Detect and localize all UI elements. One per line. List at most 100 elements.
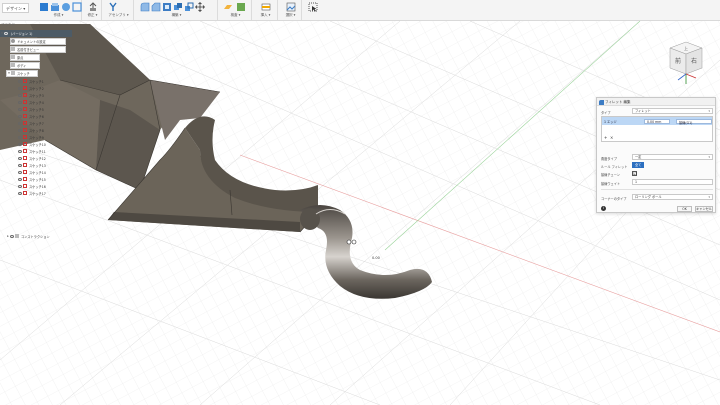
tree-item-named-views[interactable]: 名前付きビュー xyxy=(10,46,66,53)
tree-item-sketch[interactable]: スケッチ7 xyxy=(18,120,44,127)
remove-icon[interactable]: × xyxy=(610,135,613,140)
visibility-eye-icon[interactable] xyxy=(18,142,22,146)
modify-group[interactable]: 修正 ▾ xyxy=(84,0,102,20)
viewcube-right-label[interactable]: 右 xyxy=(691,57,697,65)
view-cube[interactable]: 上 前 右 xyxy=(650,40,710,90)
sketch-icon xyxy=(23,184,27,189)
visibility-eye-icon[interactable] xyxy=(18,93,22,97)
folder-icon xyxy=(15,234,19,239)
ok-button[interactable]: OK xyxy=(677,206,692,212)
rule-label: ルール フィレット xyxy=(601,164,628,169)
visibility-eye-icon[interactable] xyxy=(18,163,22,167)
3d-viewport[interactable]: 0.00 xyxy=(0,21,720,405)
tree-item-sketch[interactable]: スケッチ12 xyxy=(18,155,46,162)
tree-item-origin[interactable]: 原点 xyxy=(10,54,40,61)
tree-item-bodies[interactable]: ボディ xyxy=(10,62,40,69)
insert-group[interactable]: 挿入 ▾ xyxy=(254,0,278,20)
fillet-icon[interactable] xyxy=(140,2,150,12)
tree-item-sketch[interactable]: スケッチ5 xyxy=(18,106,44,113)
sweep-icon[interactable] xyxy=(72,2,82,12)
tangent-chain-checkbox[interactable]: ☑ xyxy=(632,170,637,176)
tangent-weight-input[interactable]: 1 xyxy=(632,179,713,185)
model-canvas[interactable]: 0.00 xyxy=(0,21,720,405)
assemble-group[interactable]: アセンブリ ▾ xyxy=(104,0,134,20)
dialog-titlebar[interactable]: フィレット 編集 xyxy=(597,98,715,106)
tree-item-sketch[interactable]: スケッチ1 xyxy=(18,78,44,85)
continuity-select[interactable]: 接線(G1) xyxy=(676,118,712,125)
tree-item-sketch[interactable]: スケッチ13 xyxy=(18,162,46,169)
insert-icon[interactable] xyxy=(261,2,271,12)
visibility-eye-icon[interactable] xyxy=(18,135,22,139)
visibility-eye-icon[interactable] xyxy=(18,121,22,125)
visibility-eye-icon[interactable] xyxy=(18,170,22,174)
plane-icon[interactable] xyxy=(223,2,233,12)
visibility-eye-icon[interactable] xyxy=(18,149,22,153)
visibility-eye-icon[interactable] xyxy=(18,177,22,181)
tree-item-sketches-folder[interactable]: ▾ スケッチ xyxy=(6,70,38,77)
combine-icon[interactable] xyxy=(173,2,183,12)
tree-item-sketch[interactable]: スケッチ4 xyxy=(18,99,44,106)
visibility-eye-icon[interactable] xyxy=(18,79,22,83)
move-icon[interactable] xyxy=(195,2,205,12)
chamfer-icon[interactable] xyxy=(151,2,161,12)
corner-type-select[interactable]: ローリング ボール ▾ xyxy=(632,194,713,200)
edge-selection-table[interactable]: 1 エッジ 0.00 mm 接線(G1) + × xyxy=(601,116,713,142)
sketch-icon xyxy=(23,100,27,105)
tree-item-construction[interactable]: ▸ コンストラクション xyxy=(6,233,50,240)
revolve-icon[interactable] xyxy=(61,2,71,12)
tree-item-sketch[interactable]: スケッチ17 xyxy=(18,190,46,197)
new-sketch-icon[interactable] xyxy=(39,2,49,12)
browser-title: ブラウザ xyxy=(1,23,15,27)
add-icon[interactable]: + xyxy=(604,135,607,140)
type-dropdown[interactable]: フィレット ▾ xyxy=(632,108,713,114)
root-component[interactable]: ▾ （バージョン 1） xyxy=(0,30,72,37)
tree-item-sketch[interactable]: スケッチ3 xyxy=(18,92,44,99)
visibility-eye-icon[interactable] xyxy=(4,31,8,35)
cancel-button[interactable]: キャンセル xyxy=(695,206,713,212)
visibility-eye-icon[interactable] xyxy=(18,128,22,132)
scale-icon[interactable] xyxy=(184,2,194,12)
tree-item-sketch[interactable]: スケッチ9 xyxy=(18,134,44,141)
shell-icon[interactable] xyxy=(162,2,172,12)
measure-icon[interactable] xyxy=(236,2,246,12)
radius-input[interactable]: 0.00 mm xyxy=(644,118,670,124)
create-group[interactable]: 作成 ▾ xyxy=(36,0,82,20)
visibility-eye-icon[interactable] xyxy=(10,234,14,238)
edge-label: 0.00 xyxy=(372,256,380,260)
press-pull-icon[interactable] xyxy=(88,2,98,12)
tree-item-sketch[interactable]: スケッチ15 xyxy=(18,176,46,183)
workspace-switcher[interactable]: デザイン ▾ xyxy=(2,3,30,13)
chevron-down-icon: ▾ xyxy=(708,109,710,113)
select-tool-group[interactable] xyxy=(304,0,322,20)
visibility-eye-icon[interactable] xyxy=(18,100,22,104)
rule-all-toggle[interactable]: 全て xyxy=(632,162,644,168)
visibility-eye-icon[interactable] xyxy=(18,191,22,195)
tree-item-sketch[interactable]: スケッチ6 xyxy=(18,113,44,120)
selected-edge-row[interactable]: 1 エッジ 0.00 mm 接線(G1) xyxy=(602,117,712,125)
visibility-eye-icon[interactable] xyxy=(18,156,22,160)
tree-item-sketch[interactable]: スケッチ16 xyxy=(18,183,46,190)
tree-item-sketch[interactable]: スケッチ2 xyxy=(18,85,44,92)
sketch-icon xyxy=(23,135,27,140)
corner-type-dropdown[interactable]: 一定 ▾ xyxy=(632,154,713,160)
extrude-icon[interactable] xyxy=(50,2,60,12)
info-icon[interactable]: i xyxy=(601,206,606,211)
visibility-eye-icon[interactable] xyxy=(18,114,22,118)
select-group[interactable]: 選択 ▾ xyxy=(280,0,302,20)
image-insert-icon[interactable] xyxy=(286,2,296,12)
tree-item-document-settings[interactable]: ドキュメントの設定 xyxy=(10,38,66,45)
tree-item-sketch[interactable]: スケッチ14 xyxy=(18,169,46,176)
select-cursor-icon[interactable] xyxy=(308,2,318,12)
visibility-eye-icon[interactable] xyxy=(18,86,22,90)
viewcube-front-label[interactable]: 前 xyxy=(675,57,681,65)
visibility-eye-icon[interactable] xyxy=(18,107,22,111)
tree-item-sketch[interactable]: スケッチ11 xyxy=(18,148,46,155)
inspect-group[interactable]: 検査 ▾ xyxy=(220,0,252,20)
divider xyxy=(601,189,713,190)
joint-icon[interactable] xyxy=(108,2,118,12)
construct-group[interactable]: 構築 ▾ xyxy=(136,0,218,20)
tree-item-sketch[interactable]: スケッチ8 xyxy=(18,127,44,134)
viewcube-top-label[interactable]: 上 xyxy=(684,45,688,51)
visibility-eye-icon[interactable] xyxy=(18,184,22,188)
tree-item-sketch[interactable]: スケッチ10 xyxy=(18,141,46,148)
